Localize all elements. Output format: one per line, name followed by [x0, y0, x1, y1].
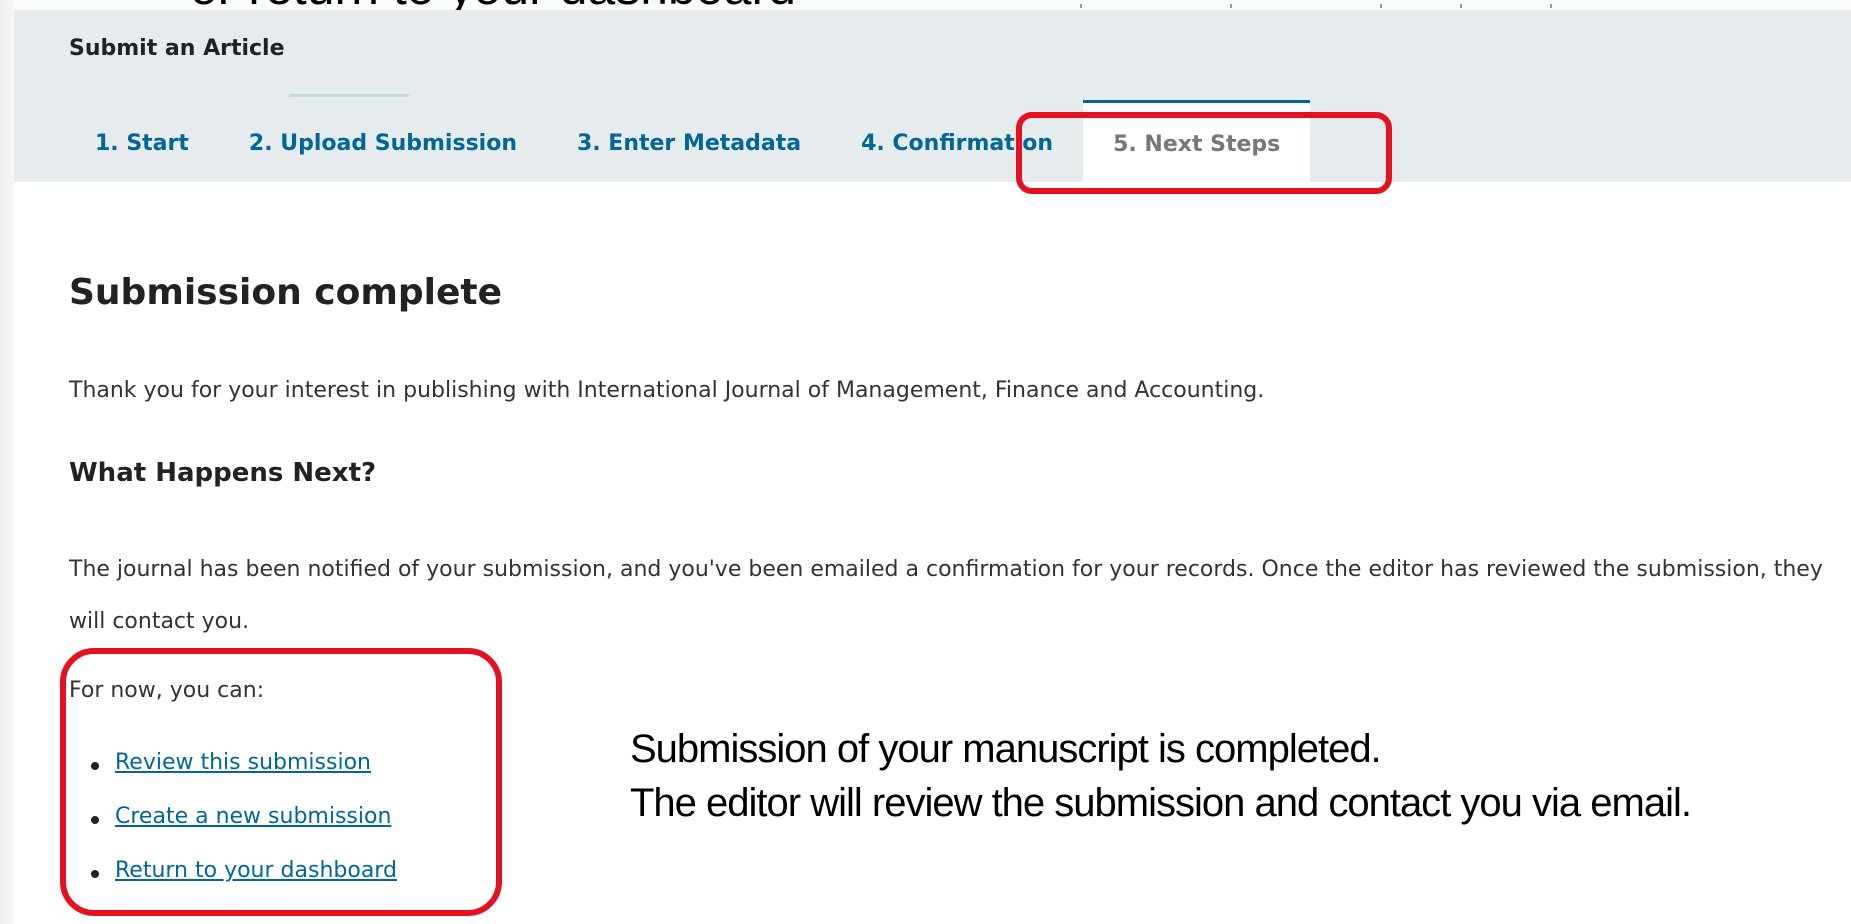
page-heading: Submit an Article — [69, 36, 285, 61]
notification-text: The journal has been notified of your su… — [69, 557, 1823, 634]
annotation-line-2: The editor will review the submission an… — [630, 781, 1692, 825]
tab-label: 1. Start — [95, 130, 189, 156]
wizard-header: Submit an Article 1. Start 2. Upload Sub… — [14, 10, 1851, 182]
tab-upload-submission[interactable]: 2. Upload Submission — [219, 94, 547, 182]
slide-left-edge — [0, 0, 14, 924]
next-steps-tab-highlight — [1016, 112, 1392, 194]
links-highlight — [60, 648, 502, 916]
annotation-line-1: Submission of your manuscript is complet… — [630, 727, 1382, 771]
tab-start[interactable]: 1. Start — [69, 100, 219, 182]
what-happens-next-heading: What Happens Next? — [69, 458, 377, 488]
tab-label: 2. Upload Submission — [248, 130, 517, 156]
tab-enter-metadata[interactable]: 3. Enter Metadata — [547, 100, 831, 182]
thank-you-text: Thank you for your interest in publishin… — [69, 378, 1265, 403]
tab-label: 3. Enter Metadata — [576, 130, 802, 156]
slide-annotation: Submission of your manuscript is complet… — [630, 722, 1692, 830]
submission-complete-title: Submission complete — [69, 272, 503, 313]
